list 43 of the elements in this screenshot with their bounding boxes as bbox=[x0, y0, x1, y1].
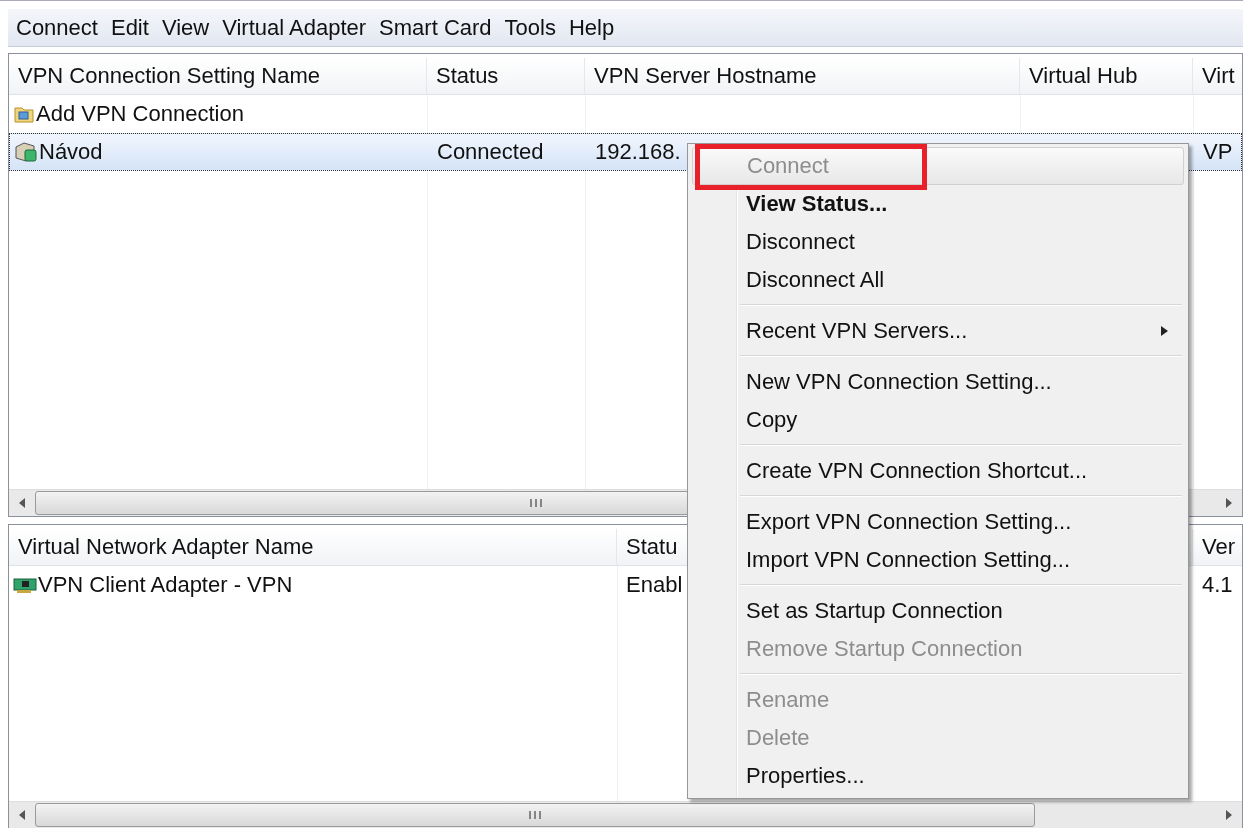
network-box-icon bbox=[14, 141, 38, 163]
column-header[interactable]: Ver bbox=[1193, 529, 1242, 565]
horizontal-scrollbar[interactable] bbox=[9, 801, 1242, 828]
menu-item[interactable]: Set as Startup Connection bbox=[690, 592, 1186, 630]
menu-item[interactable]: Disconnect All bbox=[690, 261, 1186, 299]
table-cell: VP bbox=[1203, 139, 1233, 165]
network-card-icon bbox=[13, 576, 37, 594]
menu-item[interactable]: Virtual Adapter bbox=[218, 14, 376, 41]
column-header[interactable]: Virtual Network Adapter Name bbox=[9, 529, 617, 565]
menu-item[interactable]: Create VPN Connection Shortcut... bbox=[690, 452, 1186, 490]
menu-item[interactable]: Properties... bbox=[690, 757, 1186, 795]
scroll-right-arrow-icon[interactable] bbox=[1224, 497, 1234, 509]
menu-item[interactable]: Connect bbox=[12, 14, 107, 41]
menu-item[interactable]: Export VPN Connection Setting... bbox=[690, 503, 1186, 541]
grip-icon bbox=[529, 498, 543, 508]
column-header[interactable]: VPN Connection Setting Name bbox=[9, 58, 427, 94]
table-cell: 4.1 bbox=[1202, 572, 1233, 598]
grip-icon bbox=[528, 810, 542, 820]
scroll-left-arrow-icon[interactable] bbox=[17, 809, 27, 821]
menu-item[interactable]: New VPN Connection Setting... bbox=[690, 363, 1186, 401]
table-cell: Add VPN Connection bbox=[36, 101, 244, 127]
menu-item[interactable]: Tools bbox=[500, 14, 565, 41]
menu-item[interactable]: Disconnect bbox=[690, 223, 1186, 261]
column-header[interactable]: Virt bbox=[1193, 58, 1242, 94]
table-cell: VPN Client Adapter - VPN bbox=[38, 572, 293, 598]
table-cell: Enabl bbox=[626, 572, 683, 598]
menu-item[interactable]: Copy bbox=[690, 401, 1186, 439]
menu-item[interactable]: Import VPN Connection Setting... bbox=[690, 541, 1186, 579]
menu-item[interactable]: Help bbox=[564, 14, 624, 41]
table-cell: Návod bbox=[39, 139, 103, 165]
menu-item[interactable]: View Status... bbox=[690, 185, 1186, 223]
table-cell: 192.168. bbox=[595, 139, 681, 165]
column-header[interactable]: Status bbox=[427, 58, 585, 94]
column-header[interactable]: Virtual Hub bbox=[1020, 58, 1193, 94]
scroll-thumb[interactable] bbox=[35, 803, 1035, 827]
table-cell: Connected bbox=[437, 139, 544, 165]
menu-item[interactable]: Edit bbox=[106, 14, 158, 41]
menu-item[interactable]: Recent VPN Servers... bbox=[690, 312, 1186, 350]
column-header[interactable]: VPN Server Hostname bbox=[585, 58, 1020, 94]
menu-item[interactable]: View bbox=[157, 14, 219, 41]
scroll-left-arrow-icon[interactable] bbox=[17, 497, 27, 509]
scroll-right-arrow-icon[interactable] bbox=[1224, 809, 1234, 821]
menu-item[interactable]: Smart Card bbox=[375, 14, 501, 41]
